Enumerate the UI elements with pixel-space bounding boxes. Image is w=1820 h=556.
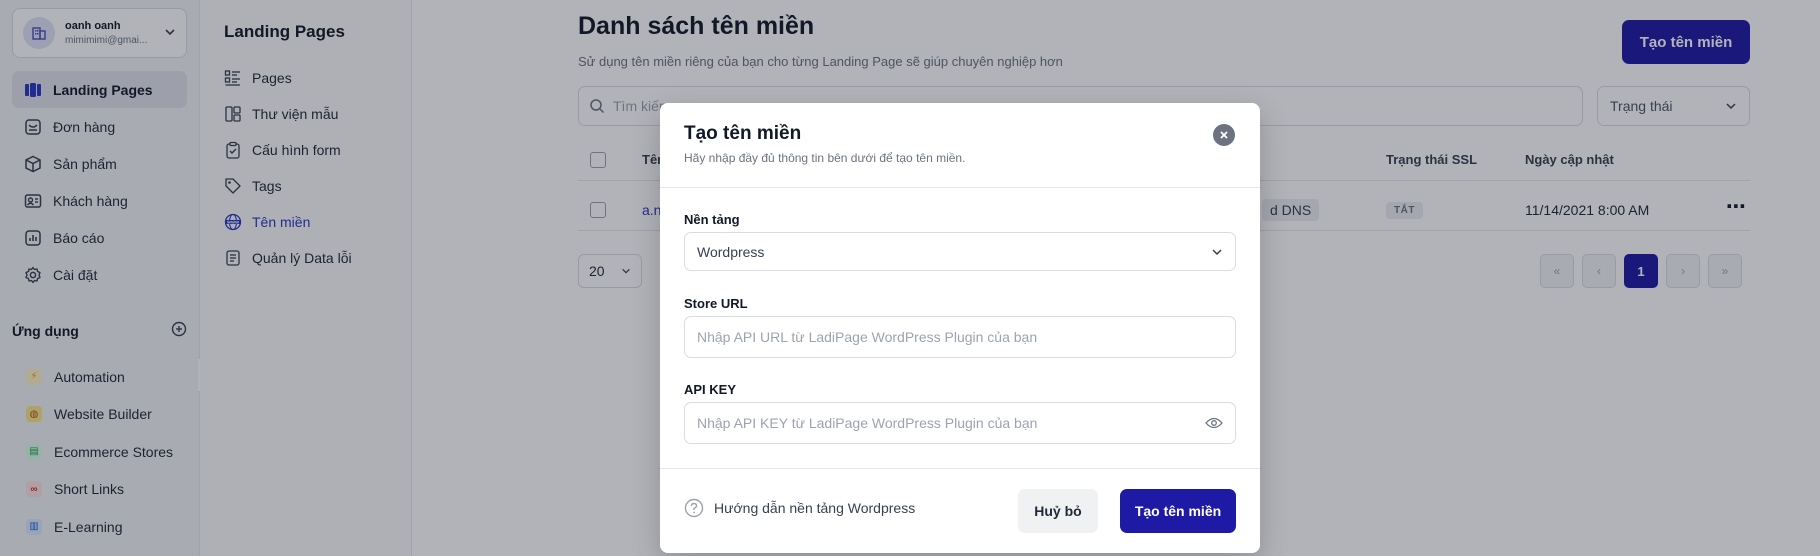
- cancel-button[interactable]: Huỷ bỏ: [1018, 489, 1098, 533]
- modal-footer-divider: [660, 468, 1260, 469]
- store-url-label: Store URL: [684, 296, 748, 311]
- eye-icon[interactable]: [1205, 417, 1223, 429]
- chevron-down-icon: [1211, 246, 1223, 258]
- submit-create-domain-button[interactable]: Tạo tên miền: [1120, 489, 1236, 533]
- api-key-label: API KEY: [684, 382, 737, 397]
- api-key-input[interactable]: Nhập API KEY từ LadiPage WordPress Plugi…: [684, 402, 1236, 444]
- api-key-placeholder: Nhập API KEY từ LadiPage WordPress Plugi…: [697, 415, 1038, 431]
- platform-select[interactable]: Wordpress: [684, 232, 1236, 271]
- store-url-input[interactable]: Nhập API URL từ LadiPage WordPress Plugi…: [684, 316, 1236, 358]
- modal-title: Tạo tên miền: [684, 123, 802, 144]
- store-url-placeholder: Nhập API URL từ LadiPage WordPress Plugi…: [697, 329, 1038, 345]
- platform-label: Nền tảng: [684, 212, 740, 227]
- platform-guide-link[interactable]: Hướng dẫn nền tảng Wordpress: [684, 498, 915, 518]
- close-icon[interactable]: [1213, 124, 1235, 146]
- modal-header-divider: [660, 187, 1260, 188]
- modal-subtitle: Hãy nhập đầy đủ thông tin bên dưới để tạ…: [684, 151, 966, 165]
- platform-value: Wordpress: [697, 243, 765, 260]
- create-domain-modal: Tạo tên miền Hãy nhập đầy đủ thông tin b…: [660, 103, 1260, 553]
- help-circle-icon: [684, 498, 704, 518]
- platform-guide-text: Hướng dẫn nền tảng Wordpress: [714, 500, 916, 516]
